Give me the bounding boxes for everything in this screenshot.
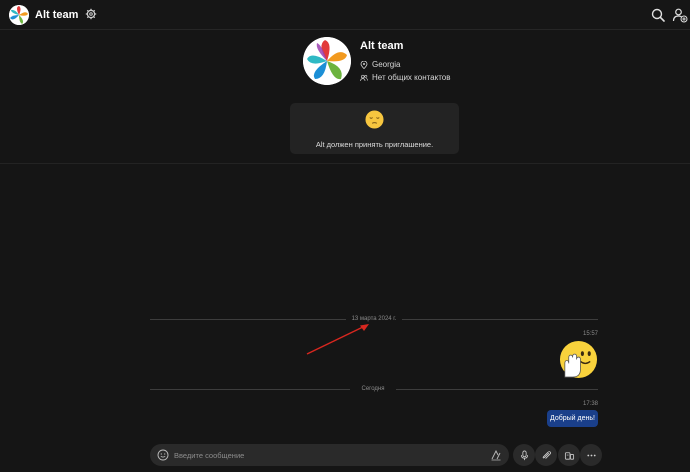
group-avatar-small[interactable] (9, 5, 29, 25)
microphone-icon (520, 450, 528, 460)
settings-gear-icon[interactable] (85, 8, 97, 20)
message-time: 15:57 (582, 331, 598, 337)
location-pin-icon (360, 60, 368, 69)
sleepy-face-icon (365, 110, 384, 129)
annotation-arrow (306, 324, 369, 355)
add-contact-icon[interactable] (672, 7, 688, 23)
chat-window: Alt team Alt team Georgia Нет общих конт… (0, 0, 690, 472)
profile-contacts: Нет общих контактов (360, 73, 451, 82)
format-icon[interactable] (490, 449, 502, 461)
group-avatar-large[interactable] (303, 37, 351, 85)
separator-line-left (150, 389, 350, 390)
emoji-icon[interactable] (157, 449, 169, 461)
profile-location: Georgia (360, 60, 400, 69)
today-separator-label: Сегодня (361, 386, 385, 392)
message-time: 17:38 (582, 401, 598, 407)
microphone-button[interactable] (513, 444, 535, 466)
profile-name: Alt team (360, 40, 404, 52)
chat-title[interactable]: Alt team (35, 9, 78, 21)
attach-icon (542, 450, 551, 459)
top-bar: Alt team (0, 0, 690, 30)
message-input[interactable]: Введите сообщение (174, 451, 244, 460)
waving-hand-face-icon[interactable] (559, 340, 598, 379)
location-text: Georgia (372, 60, 401, 69)
more-icon (586, 454, 596, 456)
search-icon[interactable] (650, 7, 666, 23)
separator-line-right (396, 389, 598, 390)
header-divider (0, 163, 690, 164)
contact-card-icon (564, 451, 574, 460)
contact-card-button[interactable] (558, 444, 580, 466)
attach-button[interactable] (535, 444, 557, 466)
message-composer[interactable]: Введите сообщение (150, 444, 509, 466)
invite-text: Alt должен принять приглашение. (315, 140, 434, 149)
invite-notice-card: Alt должен принять приглашение. (290, 103, 459, 154)
contacts-text: Нет общих контактов (372, 73, 451, 82)
outgoing-message-bubble[interactable]: Добрый день! (547, 410, 598, 427)
more-button[interactable] (580, 444, 602, 466)
contacts-icon (360, 74, 368, 81)
separator-line-right (402, 319, 598, 320)
